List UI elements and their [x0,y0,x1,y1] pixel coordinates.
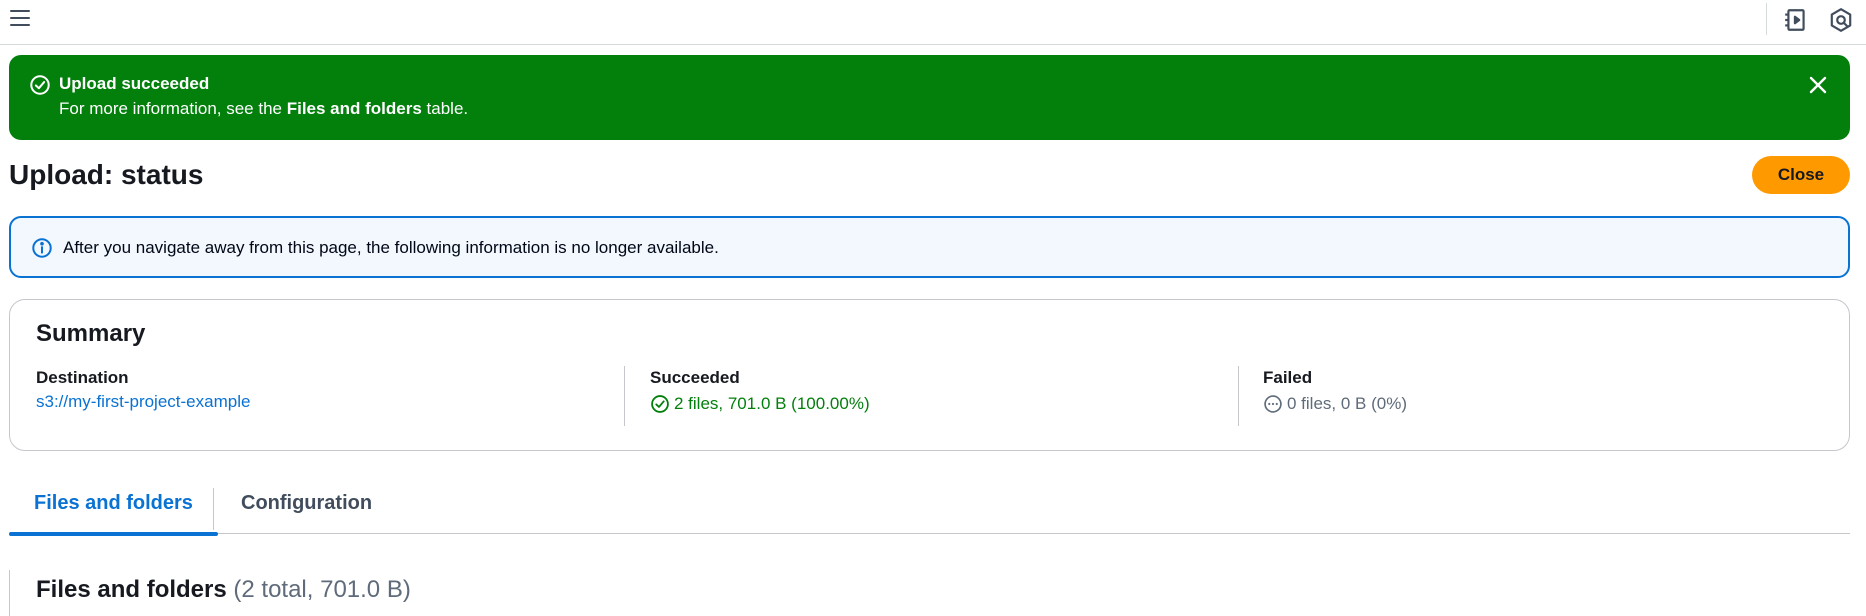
failed-label: Failed [1263,368,1313,387]
section-count: (2 total, 701.0 B) [233,576,411,603]
section-title: Files and folders [36,576,227,603]
destination-label: Destination [36,368,129,387]
toolbar-divider [1766,3,1767,35]
tab-files-and-folders[interactable]: Files and folders [9,486,218,536]
destination-column: Destination s3://my-first-project-exampl… [36,366,250,414]
pending-icon [1264,395,1282,413]
tab-configuration[interactable]: Configuration [241,486,372,534]
notifications-icon[interactable] [1828,7,1854,33]
files-and-folders-container: Files and folders (2 total, 701.0 B) [9,570,1850,616]
flash-message: For more information, see the Files and … [59,97,468,121]
succeeded-status: 2 files, 701.0 B (100.00%) [650,392,870,416]
side-panel-icon[interactable] [1783,7,1809,33]
flash-message-emphasis: Files and folders [286,99,422,118]
close-icon[interactable] [1806,73,1830,97]
success-icon [651,395,669,413]
flash-message-prefix: For more information, see the [59,99,287,118]
top-navigation-bar [0,0,1866,45]
tab-separator [213,488,214,530]
summary-container: Summary Destination s3://my-first-projec… [9,299,1850,451]
destination-link[interactable]: s3://my-first-project-example [36,390,250,414]
info-message: After you navigate away from this page, … [63,238,719,257]
flash-message-suffix: table. [421,99,469,118]
failed-column: Failed 0 files, 0 B (0%) [1263,366,1407,416]
close-button[interactable]: Close [1752,156,1850,194]
column-divider [624,366,625,426]
page-title: Upload: status [9,159,204,190]
success-flashbar: Upload succeeded For more information, s… [9,55,1850,140]
succeeded-value: 2 files, 701.0 B (100.00%) [674,394,870,413]
hamburger-icon[interactable] [10,10,30,30]
info-alert: After you navigate away from this page, … [9,216,1850,278]
column-divider [1238,366,1239,426]
flash-title: Upload succeeded [59,74,210,93]
tab-bar: Files and folders Configuration [9,486,1850,536]
failed-status: 0 files, 0 B (0%) [1263,392,1407,416]
succeeded-label: Succeeded [650,368,740,387]
failed-value: 0 files, 0 B (0%) [1287,394,1407,413]
succeeded-column: Succeeded 2 files, 701.0 B (100.00%) [650,366,870,416]
summary-title: Summary [36,320,146,347]
files-and-folders-heading: Files and folders (2 total, 701.0 B) [36,574,411,606]
info-icon [31,237,53,259]
check-circle-icon [29,74,51,96]
